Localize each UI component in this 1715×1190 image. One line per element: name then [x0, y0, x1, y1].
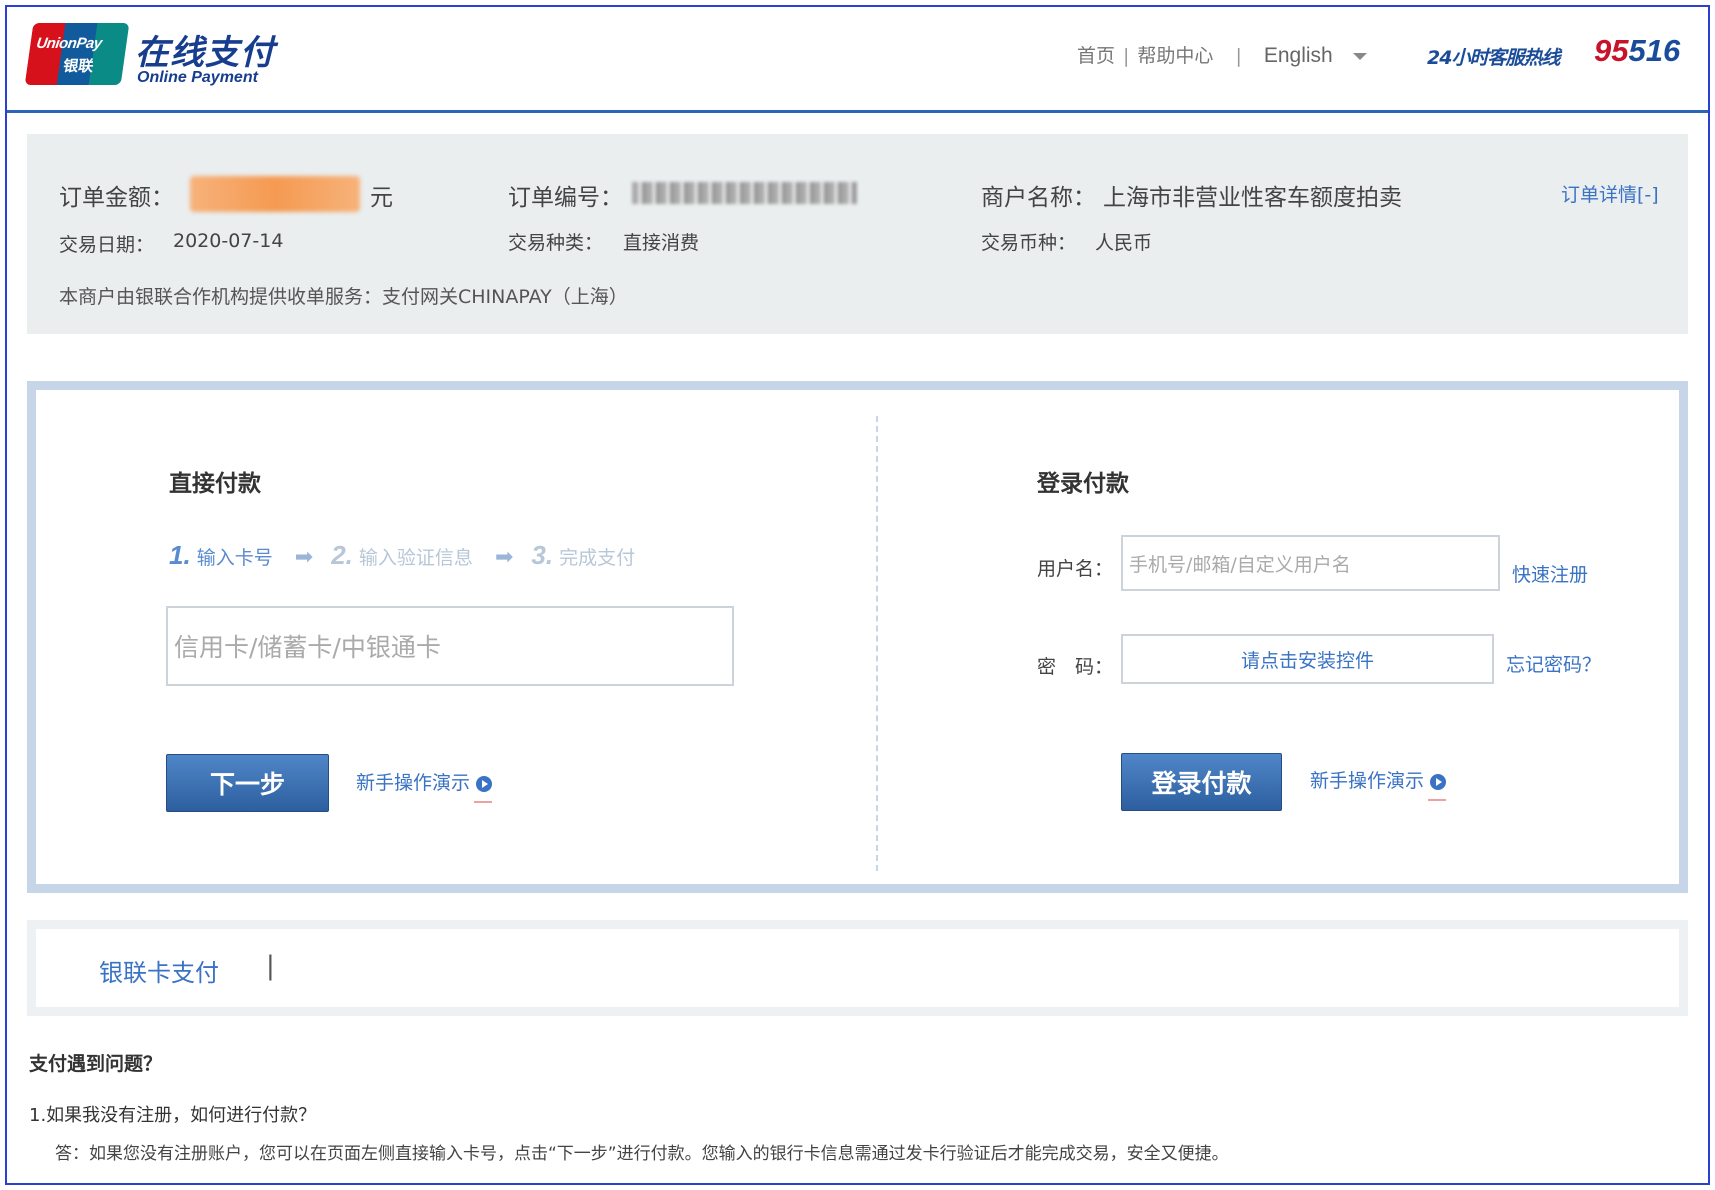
step-2: 2. 输入验证信息 — [331, 540, 473, 570]
login-pay-button[interactable]: 登录付款 — [1121, 753, 1282, 811]
order-no-label: 订单编号： — [508, 185, 623, 211]
username-label: 用户名： — [1037, 558, 1114, 580]
merchant-label: 商户名称： — [981, 185, 1096, 211]
demo-link-right[interactable]: 新手操作演示 — [1310, 766, 1447, 801]
arrow-right-icon: ➡ — [294, 545, 314, 570]
forgot-password-link[interactable]: 忘记密码？ — [1506, 650, 1601, 677]
arrow-right-icon: ➡ — [494, 545, 514, 570]
direct-pay-title: 直接付款 — [169, 471, 261, 497]
demo-link-left[interactable]: 新手操作演示 — [356, 768, 493, 803]
step-3: 3. 完成支付 — [531, 540, 636, 570]
date-label: 交易日期： — [59, 234, 155, 256]
card-number-input[interactable]: 信用卡/储蓄卡/中银通卡 — [166, 606, 734, 686]
chevron-down-icon[interactable] — [1352, 53, 1367, 60]
page-frame: UnionPay 银联 在线支付 Online Payment 首页 | 帮助中心 |… — [5, 5, 1710, 1185]
nav-home-link[interactable]: 首页 — [1077, 45, 1115, 67]
play-icon — [476, 775, 493, 792]
login-pay-title: 登录付款 — [1037, 471, 1129, 497]
currency-label: 交易币种： — [981, 232, 1077, 254]
currency-value: 人民币 — [1095, 232, 1153, 254]
payment-box: 直接付款 1. 输入卡号 ➡ 2. 输入验证信息 ➡ 3. 完成支付 信用卡/储蓄卡/中… — [27, 381, 1688, 893]
order-no-blurred — [632, 182, 857, 204]
tab-separator: | — [266, 951, 275, 981]
play-icon — [1430, 773, 1447, 790]
type-label: 交易种类： — [508, 232, 604, 254]
step-1: 1. 输入卡号 — [169, 540, 273, 570]
order-info-panel: 订单金额： 元 订单编号： 商户名称： 上海市非营业性客车额度拍卖 订单详情[-… — [27, 134, 1688, 334]
step-indicator: 1. 输入卡号 ➡ 2. 输入验证信息 ➡ 3. 完成支付 — [169, 540, 635, 571]
hotline-number: 95516 — [1594, 33, 1681, 68]
tab-unionpay-card[interactable]: 银联卡支付 — [99, 953, 219, 988]
password-control-input[interactable]: 请点击安装控件 — [1121, 634, 1494, 684]
username-input[interactable]: 手机号/邮箱/自定义用户名 — [1121, 535, 1500, 591]
nav-help-link[interactable]: 帮助中心 — [1137, 45, 1213, 67]
hotline-label: 24小时客服热线 — [1427, 47, 1560, 69]
order-detail-link[interactable]: 订单详情[-] — [1561, 180, 1659, 207]
amount-unit: 元 — [370, 185, 393, 211]
payment-tabs: 银联卡支付 | — [27, 920, 1688, 1016]
password-label: 密 码： — [1037, 656, 1114, 678]
next-step-button[interactable]: 下一步 — [166, 754, 329, 812]
type-value: 直接消费 — [623, 232, 700, 254]
service-note: 本商户由银联合作机构提供收单服务：支付网关CHINAPAY（上海） — [59, 286, 628, 308]
quick-register-link[interactable]: 快速注册 — [1512, 560, 1588, 587]
divider — [876, 416, 878, 871]
faq-answer: 答：如果您没有注册账户，您可以在页面左侧直接输入卡号，点击“下一步”进行付款。您… — [55, 1144, 1229, 1164]
unionpay-logo[interactable]: UnionPay 银联 — [24, 23, 130, 85]
top-nav: 首页 | 帮助中心 | English — [1077, 41, 1367, 68]
amount-label: 订单金额： — [59, 185, 174, 211]
header: UnionPay 银联 在线支付 Online Payment 首页 | 帮助中心 |… — [7, 7, 1708, 113]
date-value: 2020-07-14 — [173, 230, 284, 252]
merchant-name: 上海市非营业性客车额度拍卖 — [1103, 185, 1402, 211]
faq-question: 1.如果我没有注册，如何进行付款？ — [29, 1105, 317, 1126]
faq-title: 支付遇到问题？ — [29, 1053, 163, 1075]
language-select[interactable]: English — [1264, 44, 1333, 67]
amount-value-blurred — [190, 176, 360, 212]
brand-title: 在线支付 — [135, 33, 275, 73]
brand-subtitle: Online Payment — [137, 69, 258, 86]
